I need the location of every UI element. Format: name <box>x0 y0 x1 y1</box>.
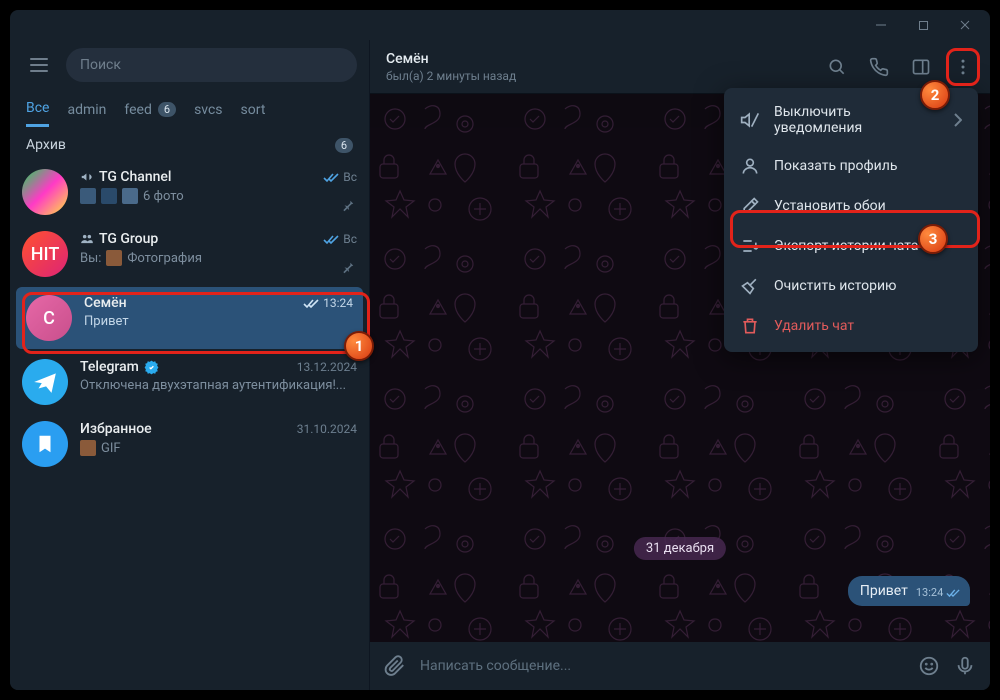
read-check-icon <box>323 172 339 183</box>
call-icon[interactable] <box>868 56 890 78</box>
annotation-step-3: 3 <box>918 224 948 254</box>
read-check-icon <box>303 298 319 309</box>
mute-icon <box>740 110 760 130</box>
message-time: 13:24 <box>916 586 960 599</box>
archive-badge: 6 <box>335 138 353 153</box>
avatar <box>22 359 68 405</box>
chat-item[interactable]: HIT TG Group Вс Вы:Фотография <box>10 223 369 285</box>
titlebar <box>10 10 990 40</box>
chat-name: Telegram <box>80 359 159 375</box>
sidebar: Поиск Все admin feed6 svcs sort Архив 6 TG C… <box>10 40 370 690</box>
sidepanel-icon[interactable] <box>910 56 932 78</box>
chat-preview: Вы:Фотография <box>80 250 357 266</box>
message-input[interactable] <box>420 658 904 674</box>
main-menu-button[interactable] <box>22 51 56 79</box>
tab-все[interactable]: Все <box>26 94 49 127</box>
chat-item[interactable]: С Семён 13:24 Привет <box>16 287 363 349</box>
emoji-icon[interactable] <box>918 655 940 677</box>
megaphone-icon <box>80 170 94 184</box>
menu-item-label: Удалить чат <box>774 318 854 334</box>
chat-name: TG Channel <box>80 169 171 185</box>
context-menu: Выключить уведомления Показать профиль Уст… <box>724 88 978 352</box>
chat-time: 13.12.2024 <box>297 360 357 374</box>
search-icon[interactable] <box>826 56 848 78</box>
trash-icon <box>740 316 760 336</box>
avatar <box>22 169 68 215</box>
menu-item-label: Установить обои <box>774 198 886 214</box>
tab-feed[interactable]: feed6 <box>124 96 176 126</box>
tab-badge: 6 <box>158 102 176 117</box>
window-maximize[interactable] <box>906 15 940 35</box>
group-icon <box>80 232 94 246</box>
menu-item-label: Выключить уведомления <box>774 104 940 136</box>
pin-icon <box>341 199 355 213</box>
menu-item-label: Экспорт истории чата <box>774 238 919 254</box>
tab-admin[interactable]: admin <box>67 96 106 126</box>
verified-icon <box>144 360 159 375</box>
chat-title[interactable]: Семён <box>386 51 516 67</box>
annotation-step-1: 1 <box>344 331 374 361</box>
read-check-icon <box>323 234 339 245</box>
archive-row[interactable]: Архив 6 <box>10 127 369 161</box>
tab-svcs[interactable]: svcs <box>194 96 222 126</box>
attach-icon[interactable] <box>384 655 406 677</box>
menu-item-profile[interactable]: Показать профиль <box>724 146 978 186</box>
window-minimize[interactable] <box>864 15 898 35</box>
chat-time: Вс <box>323 232 357 246</box>
search-input[interactable]: Поиск <box>66 48 357 82</box>
profile-icon <box>740 156 760 176</box>
menu-item-label: Показать профиль <box>774 158 897 174</box>
broom-icon <box>740 276 760 296</box>
menu-item-label: Очистить историю <box>774 278 897 294</box>
chat-name: Семён <box>84 295 127 311</box>
chat-item[interactable]: TG Channel Вс 6 фото <box>10 161 369 223</box>
search-placeholder: Поиск <box>80 57 121 73</box>
pin-icon <box>341 261 355 275</box>
chat-item[interactable]: Избранное 31.10.2024 GIF <box>10 413 369 475</box>
avatar: HIT <box>22 231 68 277</box>
more-icon[interactable] <box>952 56 974 78</box>
export-icon <box>740 236 760 256</box>
avatar: С <box>26 295 72 341</box>
message-outgoing[interactable]: Привет 13:24 <box>848 576 970 606</box>
chat-list: TG Channel Вс 6 фото HIT TG Group Вс Вы:Фотогр… <box>10 161 369 690</box>
chat-status: был(а) 2 минуты назад <box>386 69 516 83</box>
menu-item-trash[interactable]: Удалить чат <box>724 306 978 346</box>
chat-item[interactable]: Telegram 13.12.2024 Отключена двухэтапная … <box>10 351 369 413</box>
chat-name: Избранное <box>80 421 152 437</box>
chat-time: 31.10.2024 <box>297 422 357 436</box>
tab-sort[interactable]: sort <box>241 96 266 126</box>
chat-preview: GIF <box>80 440 357 456</box>
message-text: Привет <box>860 583 908 599</box>
chat-preview: 6 фото <box>80 188 357 204</box>
voice-icon[interactable] <box>954 655 976 677</box>
avatar <box>22 421 68 467</box>
folder-tabs: Все admin feed6 svcs sort <box>10 90 369 127</box>
chat-name: TG Group <box>80 231 158 247</box>
chat-preview: Привет <box>84 314 353 329</box>
composer <box>370 642 990 690</box>
chat-time: 13:24 <box>303 296 353 310</box>
chat-time: Вс <box>323 170 357 184</box>
chat-header: Семён был(а) 2 минуты назад <box>370 40 990 94</box>
chat-preview: Отключена двухэтапная аутентификация!... <box>80 378 357 393</box>
chevron-right-icon <box>954 113 962 127</box>
window-close[interactable] <box>948 15 982 35</box>
annotation-step-2: 2 <box>920 80 950 110</box>
archive-label: Архив <box>26 137 66 153</box>
date-chip: 31 декабря <box>634 537 726 560</box>
menu-item-broom[interactable]: Очистить историю <box>724 266 978 306</box>
brush-icon <box>740 196 760 216</box>
menu-item-brush[interactable]: Установить обои <box>724 186 978 226</box>
